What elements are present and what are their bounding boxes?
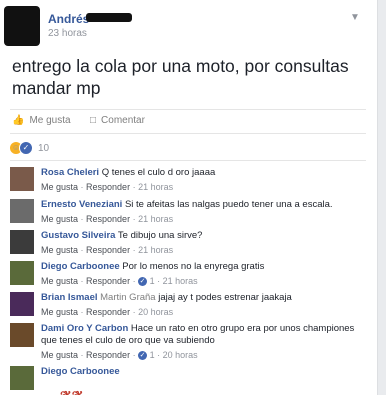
like-label: Me gusta	[29, 115, 71, 126]
commenter-name[interactable]: Diego Carboonee	[41, 366, 120, 377]
reaction-count: 10	[38, 142, 50, 154]
comment-meta: Me gusta · Responder · 20 horas	[41, 307, 174, 317]
comment-text: Q tenes el culo d oro jaaaa	[99, 167, 216, 178]
comment-reply-link[interactable]: Responder	[86, 276, 130, 286]
commenter-avatar[interactable]	[10, 230, 34, 254]
comment-timestamp[interactable]: 21 horas	[163, 276, 198, 286]
comment-like-link[interactable]: Me gusta	[41, 276, 78, 286]
post-author[interactable]: Andrés	[48, 12, 89, 26]
thumbs-up-icon: 👍	[12, 115, 25, 126]
comment-meta: Me gusta · Responder · 21 horas	[41, 182, 174, 192]
comment-reply-link[interactable]: Responder	[86, 182, 130, 192]
like-button[interactable]: 👍 Me gusta	[12, 115, 71, 126]
commenter-name[interactable]: Diego Carboonee	[41, 261, 120, 272]
commenter-avatar[interactable]	[10, 261, 34, 285]
post-text: entrego la cola por una moto, por consul…	[12, 56, 349, 98]
comment-reply-link[interactable]: Responder	[86, 307, 130, 317]
comment-body: Brian Ismael Martin Graña jajaj ay t pod…	[41, 292, 371, 318]
comment-icon: □	[90, 115, 97, 126]
commenter-name[interactable]: Gustavo Silveira	[41, 230, 115, 241]
comment-text: Por lo menos no la enyrega gratis	[119, 261, 265, 272]
redacted-name	[86, 13, 132, 22]
like-reaction-icon: ✓	[19, 141, 33, 155]
comment-body: Rosa Cheleri Q tenes el culo d oro jaaaa…	[41, 167, 371, 193]
comment-body: Diego Carboonee Por lo menos no la enyre…	[41, 261, 371, 287]
divider	[10, 133, 366, 134]
redacted-avatar	[4, 6, 40, 46]
comment-reply-link[interactable]: Responder	[86, 214, 130, 224]
comment-timestamp[interactable]: 20 horas	[138, 307, 173, 317]
commenter-avatar[interactable]	[10, 167, 34, 191]
comment-like-link[interactable]: Me gusta	[41, 214, 78, 224]
comment-body: Ernesto Veneziani Si te afeitas las nalg…	[41, 199, 371, 225]
commenter-avatar[interactable]	[10, 323, 34, 347]
comment-reply-link[interactable]: Responder	[86, 245, 130, 255]
comment-meta: Me gusta · Responder · 21 horas	[41, 245, 174, 255]
sticker-image: ❦❦	[60, 388, 83, 395]
comment-like-link[interactable]: Me gusta	[41, 350, 78, 360]
comment-reply-link[interactable]: Responder	[86, 350, 130, 360]
commenter-avatar[interactable]	[10, 366, 34, 390]
comment-like-link[interactable]: Me gusta	[41, 245, 78, 255]
comment-body: Gustavo Silveira Te dibujo una sirve? Me …	[41, 230, 371, 256]
chevron-down-icon[interactable]: ▼	[350, 12, 360, 23]
commenter-name[interactable]: Brian Ismael	[41, 292, 98, 303]
comment-button[interactable]: □ Comentar	[90, 115, 145, 126]
divider	[10, 160, 366, 161]
commenter-name[interactable]: Dami Oro Y Carbon	[41, 323, 128, 334]
comment-like-link[interactable]: Me gusta	[41, 182, 78, 192]
comment-timestamp[interactable]: 21 horas	[138, 214, 173, 224]
commenter-avatar[interactable]	[10, 199, 34, 223]
comment-text: Si te afeitas las nalgas puedo tener una…	[122, 199, 333, 210]
like-reaction-icon: ✓	[138, 351, 148, 361]
comment-body: Dami Oro Y Carbon Hace un rato en otro g…	[41, 323, 371, 361]
comment-body: Diego Carboonee	[41, 366, 371, 378]
comment-meta: Me gusta · Responder · 21 horas	[41, 214, 174, 224]
comment-meta: Me gusta · Responder · ✓ 1 · 20 horas	[41, 350, 198, 361]
comment-text: jajaj ay t podes estrenar jaakaja	[155, 292, 292, 303]
comment-timestamp[interactable]: 21 horas	[138, 182, 173, 192]
post-timestamp[interactable]: 23 horas	[48, 28, 87, 39]
comment-reaction-count[interactable]: 1	[147, 350, 155, 360]
commenter-name[interactable]: Rosa Cheleri	[41, 167, 99, 178]
comment-like-link[interactable]: Me gusta	[41, 307, 78, 317]
comment-reaction-count[interactable]: 1	[147, 276, 155, 286]
divider	[10, 109, 366, 110]
comment-timestamp[interactable]: 21 horas	[138, 245, 173, 255]
like-reaction-icon: ✓	[138, 277, 148, 287]
commenter-avatar[interactable]	[10, 292, 34, 316]
post-card: Andrés 23 horas ▼ entrego la cola por un…	[0, 0, 378, 395]
comment-text: Te dibujo una sirve?	[115, 230, 203, 241]
reaction-summary[interactable]: ☺ ✓ 10	[10, 141, 49, 155]
tagged-user[interactable]: Martin Graña	[100, 292, 155, 303]
comment-label: Comentar	[101, 115, 145, 126]
commenter-name[interactable]: Ernesto Veneziani	[41, 199, 122, 210]
comment-timestamp[interactable]: 20 horas	[163, 350, 198, 360]
comment-meta: Me gusta · Responder · ✓ 1 · 21 horas	[41, 276, 198, 287]
